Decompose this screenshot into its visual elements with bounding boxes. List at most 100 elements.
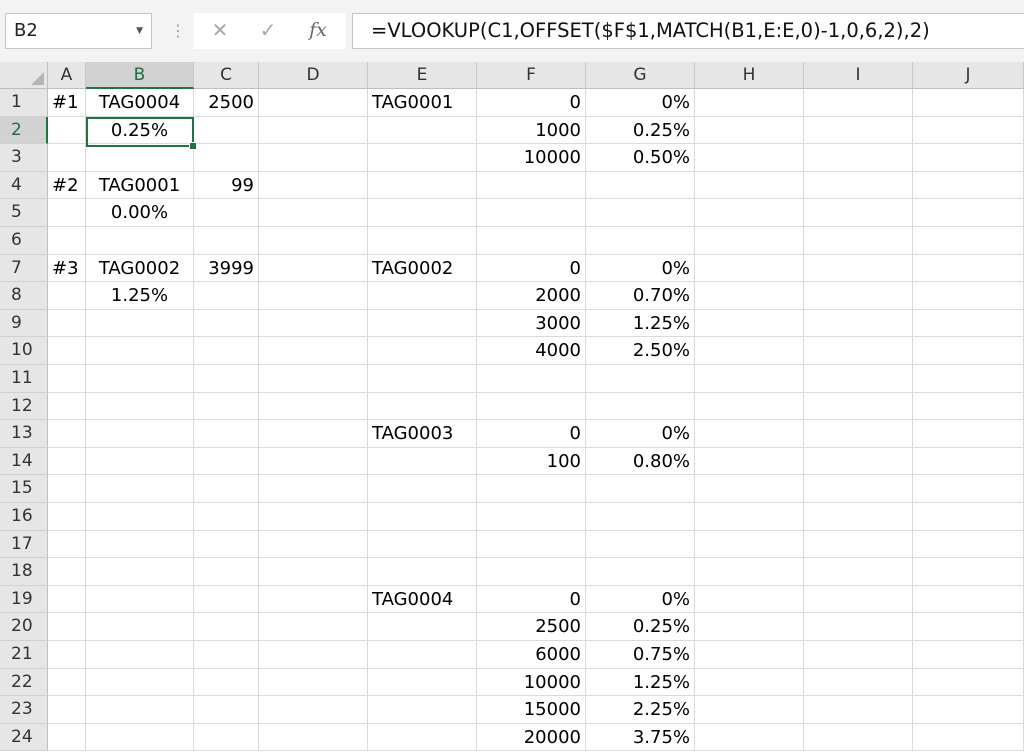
cell-c11[interactable] xyxy=(194,365,259,393)
cell-h15[interactable] xyxy=(695,475,804,503)
cell-a15[interactable] xyxy=(48,475,86,503)
cell-a4[interactable]: #2 xyxy=(48,171,86,200)
cell-j12[interactable] xyxy=(913,392,1024,421)
cell-b3[interactable] xyxy=(86,144,194,172)
row-header-11[interactable]: 11 xyxy=(0,365,48,393)
cell-f23[interactable]: 15000 xyxy=(477,696,586,724)
cell-b6[interactable] xyxy=(86,227,194,255)
cell-i17[interactable] xyxy=(804,530,913,559)
cell-b15[interactable] xyxy=(86,475,194,503)
cell-c17[interactable] xyxy=(194,530,259,559)
cell-g21[interactable]: 0.75% xyxy=(586,641,695,669)
cell-i12[interactable] xyxy=(804,392,913,421)
cell-a8[interactable] xyxy=(48,282,86,310)
cell-f4[interactable] xyxy=(477,171,586,200)
cell-i3[interactable] xyxy=(804,144,913,172)
cell-g5[interactable] xyxy=(586,199,695,227)
cell-i5[interactable] xyxy=(804,199,913,227)
cell-c4[interactable]: 99 xyxy=(194,171,259,200)
cell-j5[interactable] xyxy=(913,199,1024,227)
cell-a9[interactable] xyxy=(48,309,86,338)
cell-g20[interactable]: 0.25% xyxy=(586,613,695,641)
cell-i20[interactable] xyxy=(804,613,913,641)
cell-d22[interactable] xyxy=(259,668,368,697)
cell-h8[interactable] xyxy=(695,282,804,310)
cell-g15[interactable] xyxy=(586,475,695,503)
cell-e14[interactable] xyxy=(368,447,477,476)
cell-d10[interactable] xyxy=(259,337,368,365)
cell-c9[interactable] xyxy=(194,309,259,338)
cell-i8[interactable] xyxy=(804,282,913,310)
cell-d2[interactable] xyxy=(259,116,368,145)
cell-j1[interactable] xyxy=(913,89,1024,117)
cell-i15[interactable] xyxy=(804,475,913,503)
cell-d3[interactable] xyxy=(259,144,368,172)
enter-icon[interactable]: ✓ xyxy=(250,13,286,47)
cell-d16[interactable] xyxy=(259,503,368,531)
cell-h16[interactable] xyxy=(695,503,804,531)
cell-i9[interactable] xyxy=(804,309,913,338)
cell-e12[interactable] xyxy=(368,392,477,421)
cell-e8[interactable] xyxy=(368,282,477,310)
cell-j3[interactable] xyxy=(913,144,1024,172)
row-header-16[interactable]: 16 xyxy=(0,503,48,531)
cell-i16[interactable] xyxy=(804,503,913,531)
cell-g12[interactable] xyxy=(586,392,695,421)
cell-f2[interactable]: 1000 xyxy=(477,116,586,145)
cell-e22[interactable] xyxy=(368,668,477,697)
cell-f21[interactable]: 6000 xyxy=(477,641,586,669)
cell-b14[interactable] xyxy=(86,447,194,476)
cell-a17[interactable] xyxy=(48,530,86,559)
cell-g3[interactable]: 0.50% xyxy=(586,144,695,172)
cell-j18[interactable] xyxy=(913,558,1024,586)
column-header-g[interactable]: G xyxy=(586,62,695,89)
cell-e11[interactable] xyxy=(368,365,477,393)
cell-d12[interactable] xyxy=(259,392,368,421)
cell-c1[interactable]: 2500 xyxy=(194,89,259,117)
cell-h19[interactable] xyxy=(695,585,804,614)
cell-c19[interactable] xyxy=(194,585,259,614)
cell-j17[interactable] xyxy=(913,530,1024,559)
fx-icon[interactable]: fx xyxy=(298,13,338,47)
cell-b2[interactable]: 0.25% xyxy=(86,116,194,145)
cell-h17[interactable] xyxy=(695,530,804,559)
cell-c2[interactable] xyxy=(194,116,259,145)
cell-i22[interactable] xyxy=(804,668,913,697)
row-header-3[interactable]: 3 xyxy=(0,144,48,172)
cell-b9[interactable] xyxy=(86,309,194,338)
row-header-19[interactable]: 19 xyxy=(0,585,48,614)
cell-i18[interactable] xyxy=(804,558,913,586)
cell-i23[interactable] xyxy=(804,696,913,724)
cell-f24[interactable]: 20000 xyxy=(477,723,586,752)
cell-i6[interactable] xyxy=(804,227,913,255)
cell-f15[interactable] xyxy=(477,475,586,503)
cell-b5[interactable]: 0.00% xyxy=(86,199,194,227)
cell-e15[interactable] xyxy=(368,475,477,503)
column-header-i[interactable]: I xyxy=(804,62,913,89)
cell-f7[interactable]: 0 xyxy=(477,254,586,283)
cell-h14[interactable] xyxy=(695,447,804,476)
cell-f1[interactable]: 0 xyxy=(477,89,586,117)
cell-f10[interactable]: 4000 xyxy=(477,337,586,365)
cell-c21[interactable] xyxy=(194,641,259,669)
cell-f22[interactable]: 10000 xyxy=(477,668,586,697)
cell-g10[interactable]: 2.50% xyxy=(586,337,695,365)
cell-b22[interactable] xyxy=(86,668,194,697)
cell-a5[interactable] xyxy=(48,199,86,227)
cell-j20[interactable] xyxy=(913,613,1024,641)
row-header-23[interactable]: 23 xyxy=(0,696,48,724)
cell-b24[interactable] xyxy=(86,723,194,752)
cell-b17[interactable] xyxy=(86,530,194,559)
cell-a11[interactable] xyxy=(48,365,86,393)
cell-a16[interactable] xyxy=(48,503,86,531)
cell-a20[interactable] xyxy=(48,613,86,641)
cell-h4[interactable] xyxy=(695,171,804,200)
cell-i7[interactable] xyxy=(804,254,913,283)
cell-b13[interactable] xyxy=(86,420,194,448)
row-header-18[interactable]: 18 xyxy=(0,558,48,586)
cell-d4[interactable] xyxy=(259,171,368,200)
cell-b23[interactable] xyxy=(86,696,194,724)
cell-f5[interactable] xyxy=(477,199,586,227)
cell-i2[interactable] xyxy=(804,116,913,145)
cell-h5[interactable] xyxy=(695,199,804,227)
